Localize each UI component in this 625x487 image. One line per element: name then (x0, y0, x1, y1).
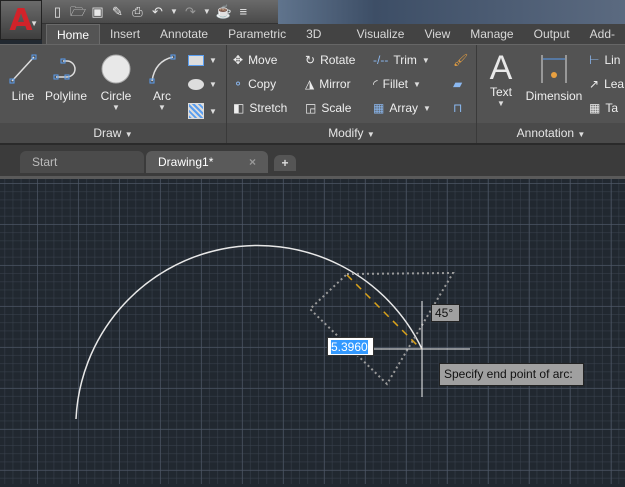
dimension-icon (541, 55, 567, 83)
scale-button[interactable]: ◲ Scale (305, 101, 351, 115)
chevron-down-icon[interactable]: ▼ (170, 7, 178, 16)
rotate-button[interactable]: ↻ Rotate (305, 53, 355, 67)
arc-icon (149, 54, 176, 84)
tab-3d-tools[interactable]: 3D Tools (296, 24, 347, 61)
offset-icon: ⊓ (453, 101, 463, 115)
linear-button[interactable]: ⊢ Lin (589, 53, 620, 67)
paintbrush-icon: 🖌 (453, 53, 469, 67)
chevron-down-icon[interactable]: ▼ (203, 7, 211, 16)
arc-entity[interactable] (75, 244, 423, 420)
tab-drawing1[interactable]: Drawing1* × (146, 151, 268, 173)
length-input[interactable]: 5.3960 (327, 337, 374, 356)
tab-start[interactable]: Start (20, 151, 144, 173)
tab-manage[interactable]: Manage (460, 24, 523, 44)
tab-home[interactable]: Home (46, 24, 101, 44)
command-prompt-tooltip: Specify end point of arc: (439, 363, 584, 386)
circle-label: Circle (100, 89, 132, 103)
rotate-icon: ↻ (305, 53, 316, 67)
modify-panel: ✥ Move ↻ Rotate -/-- Trim ▼ 🖌 ⚬ Copy ◮ Mirror … (227, 45, 477, 144)
stretch-icon: ◧ (233, 101, 245, 115)
plot-icon[interactable]: ⎙ (130, 4, 145, 19)
angle-tooltip: 45° (431, 304, 460, 322)
copy-icon: ⚬ (233, 77, 244, 91)
stretch-button[interactable]: ◧ Stretch (233, 101, 287, 115)
ellipse-icon (188, 79, 204, 90)
fillet-icon: ◜ (373, 77, 378, 91)
match-properties-button[interactable]: 🖌 (453, 53, 468, 67)
text-icon: A (489, 49, 513, 87)
undo-icon[interactable]: ↶ (150, 4, 165, 19)
length-input-value: 5.3960 (331, 340, 368, 354)
array-button[interactable]: ▦ Array ▼ (373, 101, 431, 115)
trim-button[interactable]: -/-- Trim ▼ (373, 53, 430, 67)
save-as-icon[interactable]: ✎ (110, 4, 125, 19)
eraser-icon: ▰ (453, 77, 463, 91)
rectangle-icon (188, 55, 204, 66)
quick-access-toolbar: ▯ 🗁 ▣ ✎ ⎙ ↶ ▼ ↷ ▼ ☕ ≡ (42, 0, 278, 24)
ribbon-tabs: Home Insert Annotate Parametric 3D Tools… (42, 24, 625, 61)
ribbon: Line Polyline Circle ▼ Arc ▼ ▼ ▼ ▼ Draw ▼ … (0, 44, 625, 144)
line-icon (9, 54, 37, 84)
draw-panel-title[interactable]: Draw ▼ (0, 123, 226, 144)
ellipse-button[interactable]: ▼ (188, 79, 217, 90)
hatch-icon (188, 103, 204, 119)
dimension-button[interactable]: Dimension (523, 53, 585, 103)
draw-panel: Line Polyline Circle ▼ Arc ▼ ▼ ▼ ▼ Draw ▼ (0, 45, 227, 144)
open-icon[interactable]: 🗁 (70, 4, 86, 19)
line-button[interactable]: Line (6, 53, 40, 103)
tab-view[interactable]: View (414, 24, 460, 44)
redo-icon[interactable]: ↷ (183, 4, 198, 19)
tab-annotate[interactable]: Annotate (150, 24, 218, 44)
fillet-button[interactable]: ◜ Fillet ▼ (373, 77, 421, 91)
mirror-button[interactable]: ◮ Mirror (305, 77, 351, 91)
trim-icon: -/-- (373, 53, 389, 67)
application-menu-button[interactable]: A ▼ (0, 0, 42, 40)
leader-button[interactable]: ↗ Lea (589, 77, 624, 91)
polyline-button[interactable]: Polyline (40, 53, 92, 103)
arc-label: Arc (153, 89, 171, 103)
annotation-panel: A Text ▼ Dimension ⊢ Lin ↗ Lea ▦ Ta Annotatio… (477, 45, 625, 144)
array-icon: ▦ (373, 101, 385, 115)
polyline-icon (53, 58, 76, 80)
tab-output[interactable]: Output (524, 24, 580, 44)
arc-button[interactable]: Arc ▼ (144, 53, 180, 112)
circle-icon (101, 54, 131, 84)
line-label: Line (11, 89, 35, 103)
annotation-panel-title[interactable]: Annotation ▼ (477, 123, 625, 144)
new-tab-button[interactable]: + (274, 155, 296, 171)
close-icon[interactable]: × (249, 151, 256, 173)
save-icon[interactable]: ▣ (90, 4, 105, 19)
scale-icon: ◲ (305, 101, 317, 115)
offset-button[interactable]: ⊓ (453, 101, 462, 115)
tab-insert[interactable]: Insert (100, 24, 150, 44)
new-icon[interactable]: ▯ (50, 4, 65, 19)
linear-dimension-icon: ⊢ (589, 53, 600, 67)
move-button[interactable]: ✥ Move (233, 53, 277, 67)
drawing-area (75, 244, 470, 420)
customize-icon[interactable]: ≡ (236, 4, 251, 19)
drawing-canvas[interactable]: 45° 5.3960 Specify end point of arc: (0, 176, 625, 484)
move-icon: ✥ (233, 53, 244, 67)
arc-preview-guide (308, 271, 455, 386)
document-tabs: Start Drawing1* × + (0, 143, 625, 176)
chevron-down-icon: ▼ (30, 19, 38, 28)
leader-icon: ↗ (589, 77, 600, 91)
mirror-icon: ◮ (305, 77, 315, 91)
table-button[interactable]: ▦ Ta (589, 101, 618, 115)
tab-visualize[interactable]: Visualize (347, 24, 415, 44)
circle-button[interactable]: Circle ▼ (96, 53, 136, 112)
table-icon: ▦ (589, 101, 601, 115)
erase-button[interactable]: ▰ (453, 77, 462, 91)
tab-parametric[interactable]: Parametric (218, 24, 296, 44)
tab-add-ins[interactable]: Add- (580, 24, 625, 44)
copy-button[interactable]: ⚬ Copy (233, 77, 276, 91)
workspace-icon[interactable]: ☕ (216, 4, 232, 19)
polyline-label: Polyline (44, 89, 88, 103)
rectangle-button[interactable]: ▼ (188, 55, 217, 66)
hatch-button[interactable]: ▼ (188, 103, 217, 119)
modify-panel-title[interactable]: Modify ▼ (227, 123, 476, 144)
text-button[interactable]: A Text ▼ (483, 51, 519, 108)
